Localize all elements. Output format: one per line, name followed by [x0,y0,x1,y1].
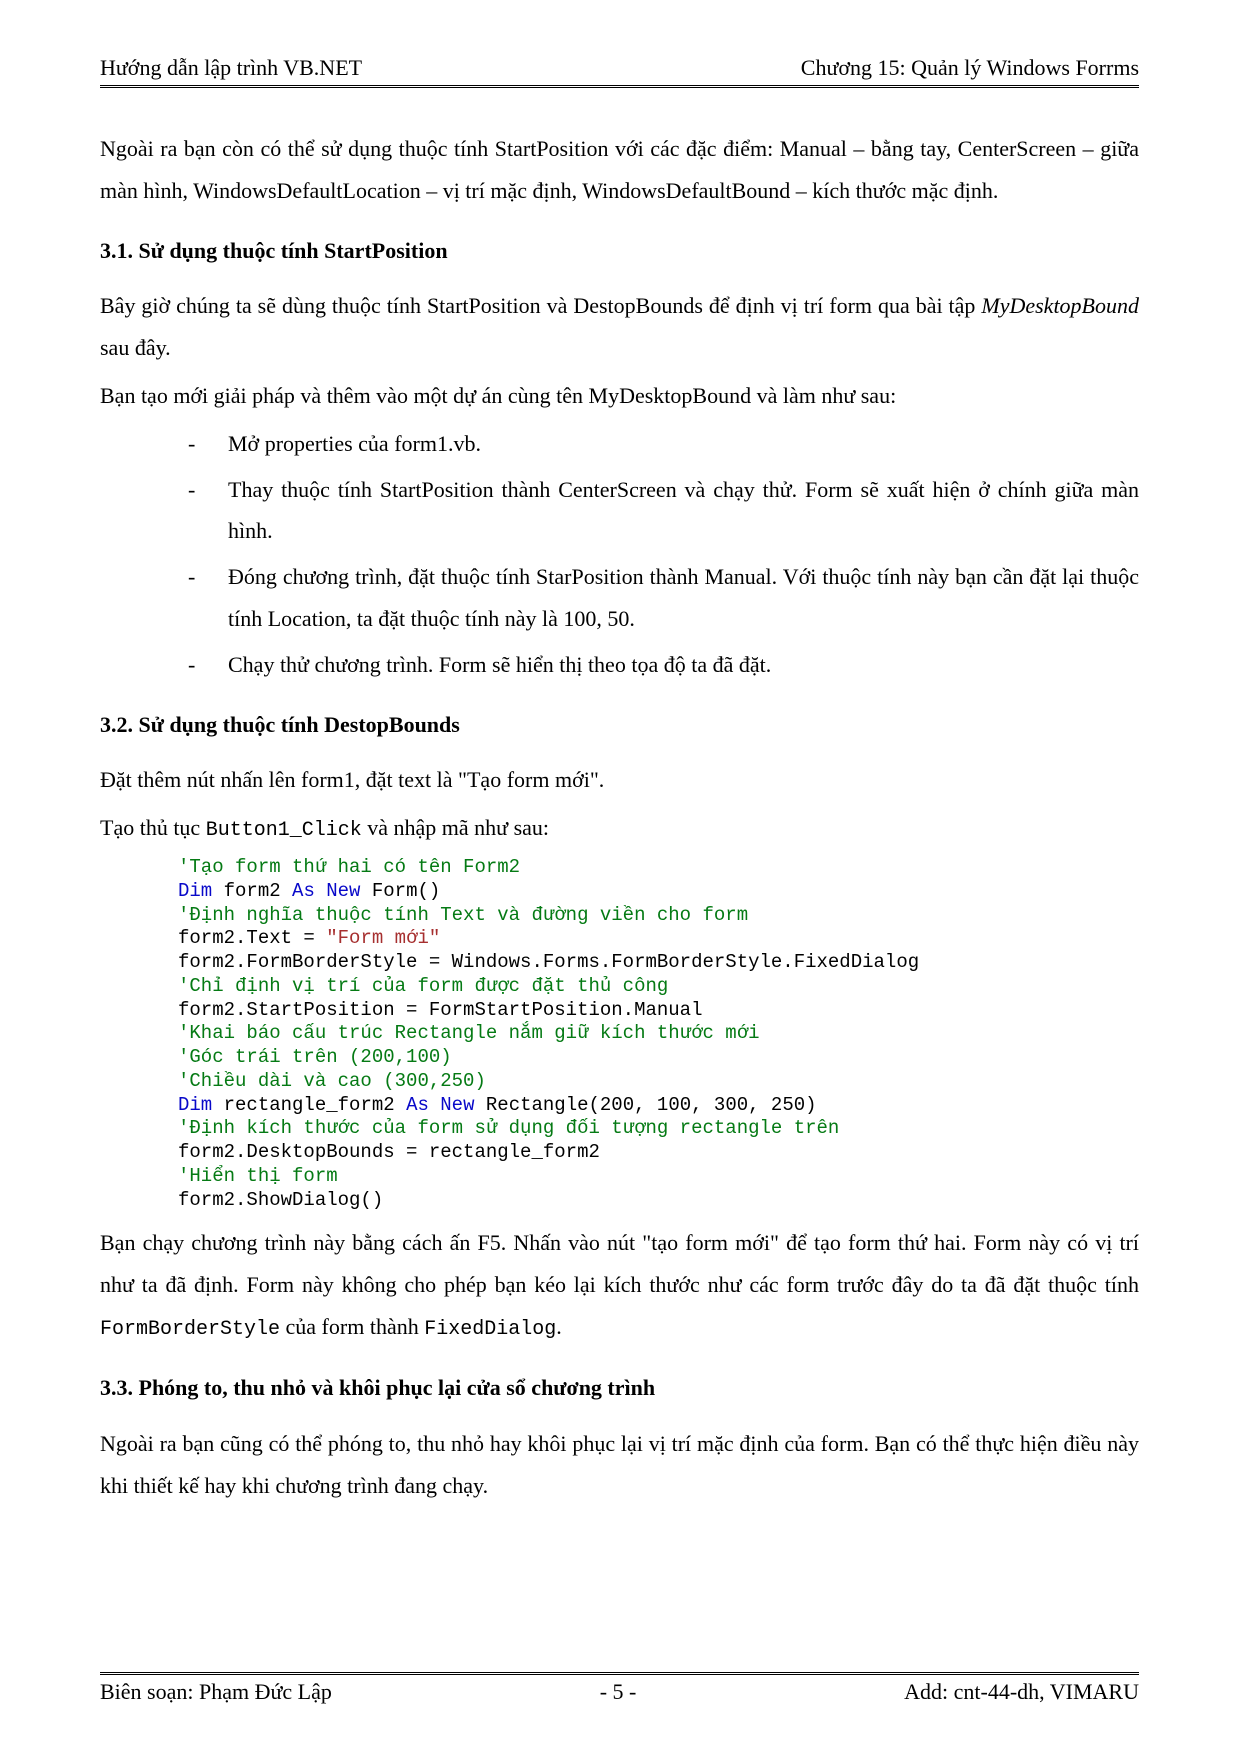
code-keyword: As New [292,880,360,902]
text: Bây giờ chúng ta sẽ dùng thuộc tính Star… [100,293,981,318]
code-comment: 'Hiển thị form [178,1165,338,1187]
code-text: form2.ShowDialog() [178,1189,383,1211]
code-comment: 'Định nghĩa thuộc tính Text và đường viề… [178,904,748,926]
text: sau đây. [100,335,171,360]
code-text: rectangle_form2 [212,1094,406,1116]
heading-3-3: 3.3. Phóng to, thu nhỏ và khôi phục lại … [100,1367,1139,1409]
paragraph-3-2-b: Tạo thủ tục Button1_Click và nhập mã như… [100,807,1139,850]
code-text: form2.FormBorderStyle = Windows.Forms.Fo… [178,951,919,973]
code-string: "Form mới" [326,927,440,949]
paragraph-3-2-a: Đặt thêm nút nhấn lên form1, đặt text là… [100,759,1139,801]
code-text: form2.DesktopBounds = rectangle_form2 [178,1141,600,1163]
list-item: Thay thuộc tính StartPosition thành Cent… [148,469,1139,553]
page: Hướng dẫn lập trình VB.NET Chương 15: Qu… [0,0,1239,1753]
code-text: form2 [212,880,292,902]
list-item: Đóng chương trình, đặt thuộc tính StarPo… [148,556,1139,640]
text: và nhập mã như sau: [362,815,549,840]
footer-center: - 5 - [600,1679,637,1705]
code-comment: 'Định kích thước của form sử dụng đối tư… [178,1117,839,1139]
text: Tạo thủ tục [100,815,206,840]
bullet-list: Mở properties của form1.vb. Thay thuộc t… [100,423,1139,686]
list-item: Mở properties của form1.vb. [148,423,1139,465]
header-left: Hướng dẫn lập trình VB.NET [100,55,362,81]
code-comment: 'Chỉ định vị trí của form được đặt thủ c… [178,975,668,997]
code-comment: 'Góc trái trên (200,100) [178,1046,452,1068]
paragraph-3-1-b: Bạn tạo mới giải pháp và thêm vào một dự… [100,375,1139,417]
paragraph-3-2-c: Bạn chạy chương trình này bằng cách ấn F… [100,1222,1139,1349]
inline-code: FormBorderStyle [100,1318,280,1341]
inline-code: Button1_Click [206,819,362,842]
code-keyword: Dim [178,1094,212,1116]
italic-text: MyDesktopBound [981,293,1139,318]
footer-left: Biên soạn: Phạm Đức Lập [100,1679,332,1705]
code-text: form2.Text = [178,927,326,949]
paragraph-3-3-a: Ngoài ra bạn cũng có thể phóng to, thu n… [100,1423,1139,1507]
code-text: Rectangle(200, 100, 300, 250) [474,1094,816,1116]
code-text: form2.StartPosition = FormStartPosition.… [178,999,703,1021]
code-block: 'Tạo form thứ hai có tên Form2 Dim form2… [178,856,1139,1212]
page-footer: Biên soạn: Phạm Đức Lập - 5 - Add: cnt-4… [100,1672,1139,1705]
code-keyword: As New [406,1094,474,1116]
paragraph-intro: Ngoài ra bạn còn có thể sử dụng thuộc tí… [100,128,1139,212]
code-comment: 'Khai báo cấu trúc Rectangle nắm giữ kíc… [178,1022,760,1044]
code-comment: 'Chiều dài và cao (300,250) [178,1070,486,1092]
code-text: Form() [360,880,440,902]
heading-3-2: 3.2. Sử dụng thuộc tính DestopBounds [100,704,1139,746]
footer-right: Add: cnt-44-dh, VIMARU [904,1679,1139,1705]
text: của form thành [280,1314,424,1339]
header-right: Chương 15: Quản lý Windows Forrms [801,55,1139,81]
text: . [556,1314,562,1339]
inline-code: FixedDialog [424,1318,556,1341]
text: Bạn chạy chương trình này bằng cách ấn F… [100,1230,1139,1297]
code-keyword: Dim [178,880,212,902]
page-header: Hướng dẫn lập trình VB.NET Chương 15: Qu… [100,55,1139,88]
paragraph-3-1-a: Bây giờ chúng ta sẽ dùng thuộc tính Star… [100,285,1139,369]
list-item: Chạy thử chương trình. Form sẽ hiển thị … [148,644,1139,686]
heading-3-1: 3.1. Sử dụng thuộc tính StartPosition [100,230,1139,272]
page-body: Ngoài ra bạn còn có thể sử dụng thuộc tí… [100,128,1139,1506]
code-comment: 'Tạo form thứ hai có tên Form2 [178,856,520,878]
